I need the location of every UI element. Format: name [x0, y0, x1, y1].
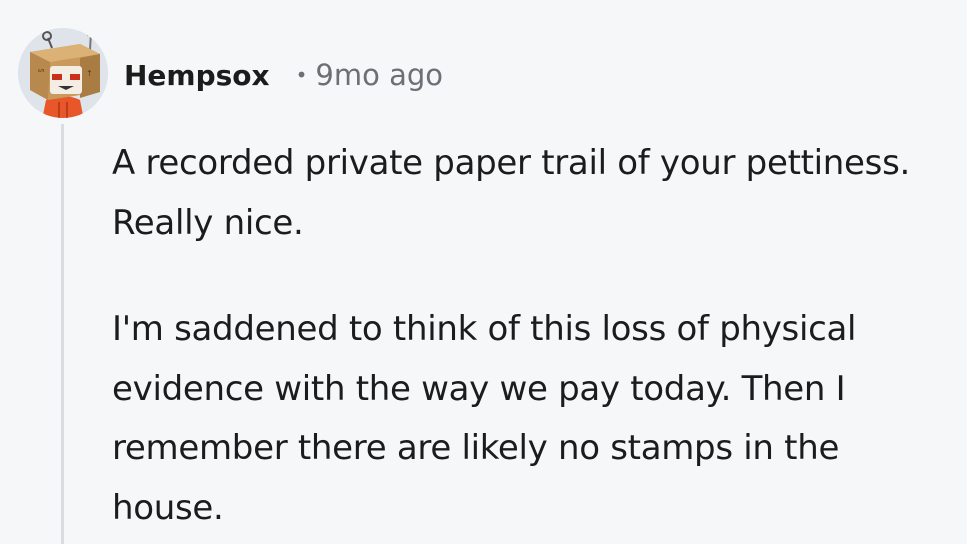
cardboard-box-robot-avatar-icon: ᔕ ↑: [18, 28, 108, 118]
author-name[interactable]: Hempsox: [124, 59, 270, 92]
timestamp[interactable]: 9mo ago: [315, 58, 443, 92]
comment-paragraph: I'm saddened to think of this loss of ph…: [112, 309, 857, 528]
avatar[interactable]: ᔕ ↑: [18, 28, 108, 118]
comment: ᔕ ↑ Hempsox • 9mo ago A recorded private…: [0, 0, 967, 544]
comment-paragraph: A recorded private paper trail of your p…: [112, 143, 910, 243]
comment-body: A recorded private paper trail of your p…: [112, 134, 952, 538]
comment-header: Hempsox • 9mo ago: [124, 52, 443, 98]
separator-dot: •: [295, 63, 308, 87]
svg-text:ᔕ: ᔕ: [38, 66, 44, 74]
svg-text:↑: ↑: [86, 69, 93, 78]
thread-line[interactable]: [61, 124, 64, 544]
